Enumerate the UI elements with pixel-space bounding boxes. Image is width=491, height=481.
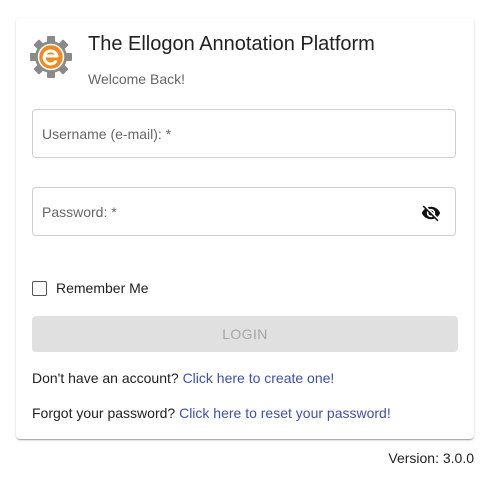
ellogon-logo-icon: [30, 36, 72, 78]
reset-password-line: Forgot your password? Click here to rese…: [32, 405, 391, 421]
password-label: Password: *: [42, 204, 117, 220]
create-account-prompt: Don't have an account?: [32, 370, 179, 386]
page-title: The Ellogon Annotation Platform: [88, 33, 375, 55]
eye-off-icon[interactable]: [420, 203, 442, 223]
username-field[interactable]: Username (e-mail): *: [32, 109, 456, 158]
remember-me-checkbox[interactable]: [32, 280, 47, 296]
welcome-subtitle: Welcome Back!: [88, 71, 185, 87]
login-button[interactable]: LOGIN: [32, 316, 458, 352]
remember-me-label: Remember Me: [56, 280, 149, 296]
version-label: Version: 3.0.0: [388, 450, 474, 466]
password-field[interactable]: Password: *: [32, 187, 456, 236]
login-card: The Ellogon Annotation Platform Welcome …: [16, 18, 474, 439]
username-label: Username (e-mail): *: [42, 126, 172, 142]
create-account-line: Don't have an account? Click here to cre…: [32, 370, 334, 386]
reset-password-link[interactable]: Click here to reset your password!: [179, 405, 391, 421]
remember-me-row[interactable]: Remember Me: [32, 279, 149, 297]
create-account-link[interactable]: Click here to create one!: [183, 370, 335, 386]
reset-password-prompt: Forgot your password?: [32, 405, 176, 421]
